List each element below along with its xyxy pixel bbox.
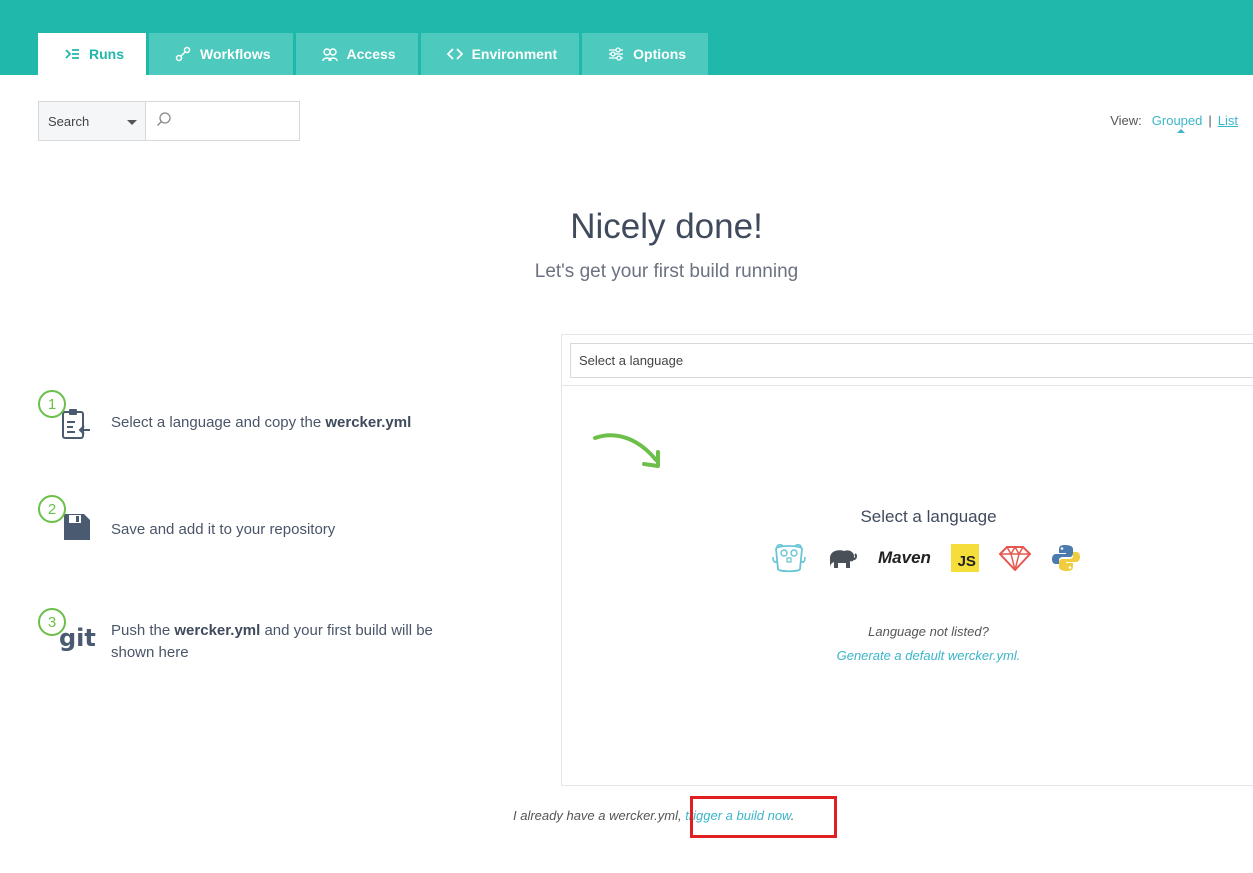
page-title: Nicely done! xyxy=(570,207,763,246)
maven-logo-text: Maven xyxy=(878,548,931,567)
language-select[interactable]: Select a language xyxy=(570,343,1253,378)
step-number: 1 xyxy=(38,390,66,418)
generate-default-yml-link[interactable]: Generate a default wercker.yml. xyxy=(562,648,1253,663)
language-not-listed-text: Language not listed? xyxy=(868,624,989,639)
top-bar: Runs Workflows Access Environment Option… xyxy=(0,0,1253,75)
step-number: 2 xyxy=(38,495,66,523)
runs-icon xyxy=(64,46,80,62)
panel-header: Select a language xyxy=(562,335,1253,386)
save-icon xyxy=(63,513,91,546)
tab-runs[interactable]: Runs xyxy=(38,33,146,75)
highlight-box xyxy=(690,796,837,838)
step-text: Save and add it to your repository xyxy=(111,521,336,538)
workflows-icon xyxy=(175,46,191,62)
ruby-icon[interactable] xyxy=(998,543,1031,573)
options-icon xyxy=(608,46,624,62)
maven-logo[interactable]: Maven xyxy=(878,543,931,573)
view-separator: | xyxy=(1208,113,1212,128)
view-list-link[interactable]: List xyxy=(1218,113,1238,128)
search-select-label: Search xyxy=(48,113,90,129)
search-type-select[interactable]: Search xyxy=(39,102,146,140)
javascript-logo-text: JS xyxy=(950,544,979,572)
python-icon[interactable] xyxy=(1051,543,1081,573)
tab-label: Options xyxy=(633,46,687,62)
curved-arrow-icon xyxy=(592,430,664,481)
code-icon xyxy=(446,46,463,62)
view-grouped-link[interactable]: Grouped xyxy=(1152,113,1202,133)
search-bar: Search xyxy=(38,101,300,141)
search-input[interactable] xyxy=(176,106,296,136)
step-text: Push the wercker.yml and your first buil… xyxy=(111,622,433,661)
tab-label: Environment xyxy=(471,46,558,62)
view-toggle: View: Grouped | List xyxy=(1110,113,1238,133)
step-number: 3 xyxy=(38,608,66,636)
step-text: Select a language and copy the wercker.y… xyxy=(111,414,412,431)
language-panel: Select a language Select a language Mave… xyxy=(561,334,1253,786)
git-icon: git xyxy=(59,622,99,661)
javascript-logo[interactable]: JS xyxy=(950,543,979,573)
tab-label: Access xyxy=(346,46,396,62)
tab-workflows[interactable]: Workflows xyxy=(149,33,293,75)
language-select-label: Select a language xyxy=(579,353,684,368)
tab-label: Workflows xyxy=(200,46,271,62)
elephant-icon[interactable] xyxy=(826,543,858,573)
tab-environment[interactable]: Environment xyxy=(420,33,580,75)
go-gopher-icon[interactable] xyxy=(772,543,806,573)
tab-options[interactable]: Options xyxy=(582,33,709,75)
panel-heading: Select a language xyxy=(860,507,997,526)
access-icon xyxy=(321,46,338,62)
search-icon xyxy=(156,111,172,132)
language-list: Maven JS xyxy=(772,543,1101,573)
search-field[interactable] xyxy=(146,102,299,140)
tab-bar: Runs Workflows Access Environment Option… xyxy=(38,33,709,75)
tab-access[interactable]: Access xyxy=(295,33,418,75)
footer-text: I already have a wercker.yml, xyxy=(513,808,686,823)
view-label: View: xyxy=(1110,113,1142,128)
tab-label: Runs xyxy=(89,46,124,62)
chevron-down-icon xyxy=(127,119,137,125)
page-subtitle: Let's get your first build running xyxy=(534,261,799,282)
